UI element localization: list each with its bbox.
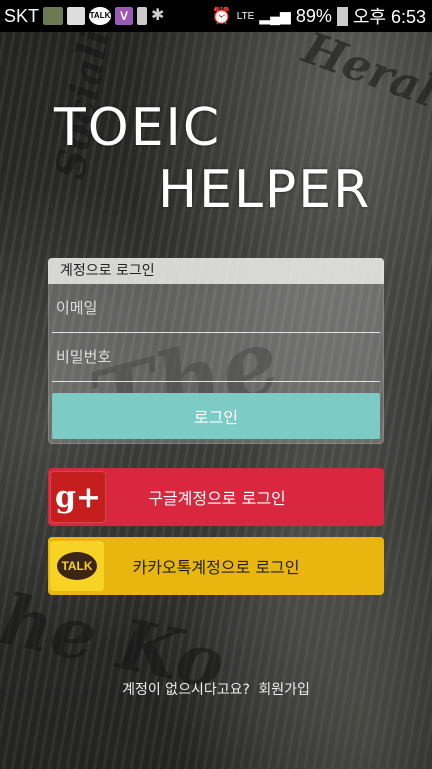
login-form: 계정으로 로그인 로그인 <box>48 258 384 444</box>
battery-icon <box>336 6 348 26</box>
password-field-container <box>52 333 380 382</box>
google-plus-icon: g+ <box>50 471 106 523</box>
app-title-line1: TOEIC <box>54 98 222 158</box>
google-login-label: 구글계정으로 로그인 <box>148 489 286 508</box>
signal-icon: ▂▄▆ <box>259 7 291 24</box>
image-icon <box>67 7 86 25</box>
app-title-line2: HELPER <box>158 160 372 220</box>
google-login-button[interactable]: g+ 구글계정으로 로그인 <box>48 468 384 526</box>
email-field[interactable] <box>52 284 380 332</box>
v-icon: V <box>115 7 134 25</box>
signup-question: 계정이 없으시다고요? <box>122 682 250 698</box>
talk-icon: TALK <box>89 7 112 25</box>
bug-icon: ✱ <box>151 7 165 24</box>
battery-percent: 89% <box>295 5 332 26</box>
kakao-login-label: 카카오톡계정으로 로그인 <box>132 558 300 577</box>
signup-prompt: 계정이 없으시다고요? 회원가입 <box>0 679 432 699</box>
network-label: LTE <box>236 10 255 22</box>
email-field-container <box>52 284 380 333</box>
login-button[interactable]: 로그인 <box>52 393 380 439</box>
alarm-icon: ⏰ <box>211 8 232 25</box>
clock: 오후 6:53 <box>352 7 426 27</box>
talk-bubble: TALK <box>57 552 97 580</box>
password-field[interactable] <box>52 333 380 381</box>
login-form-header: 계정으로 로그인 <box>48 258 384 284</box>
thumbnail-icon <box>43 7 64 25</box>
kakao-login-button[interactable]: TALK 카카오톡계정으로 로그인 <box>48 537 384 595</box>
carrier-label: SKT <box>4 5 40 26</box>
battery-saver-icon <box>137 7 148 25</box>
kakaotalk-icon: TALK <box>50 541 104 591</box>
status-bar: SKT TALK V ✱ ⏰ LTE ▂▄▆ 89% 오후 6:53 <box>0 0 432 32</box>
signup-link[interactable]: 회원가입 <box>258 682 310 698</box>
